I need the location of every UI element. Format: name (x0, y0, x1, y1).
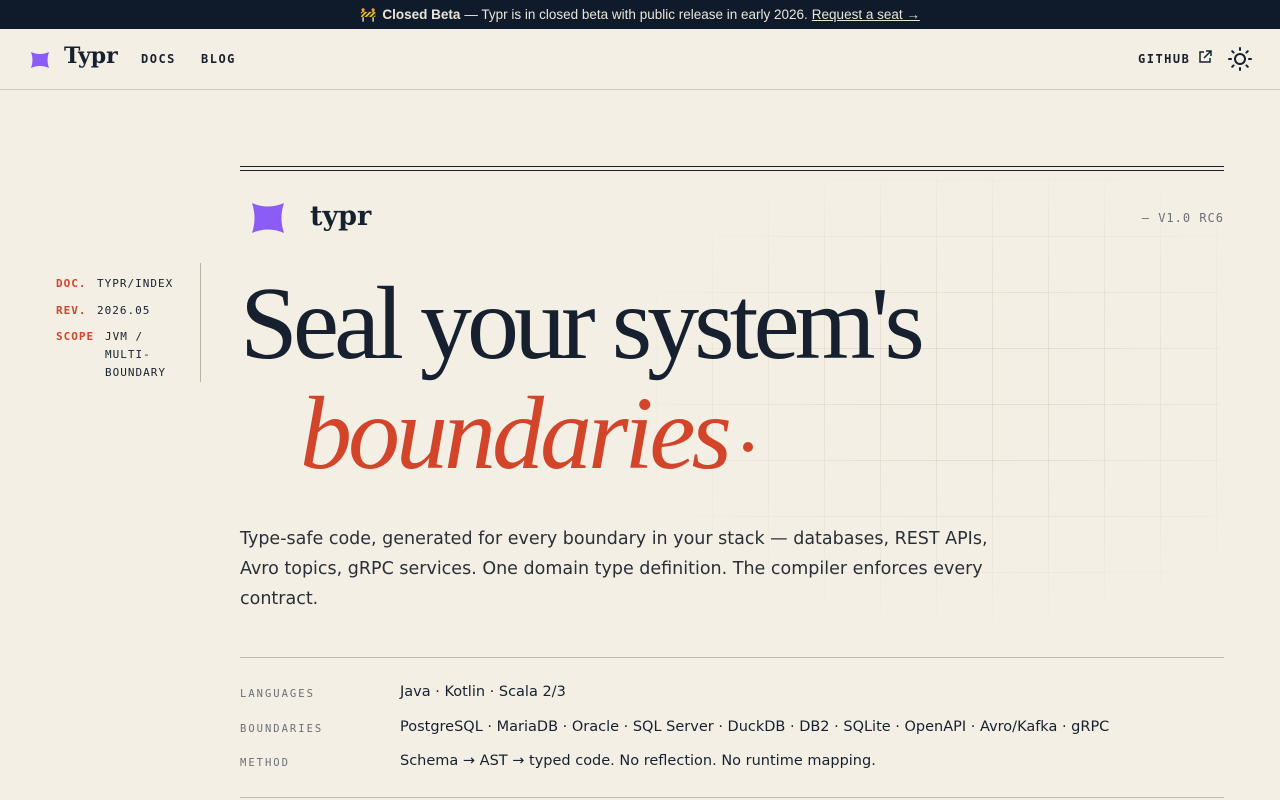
scope-value-line-3: BOUNDARY (105, 366, 166, 379)
doc-value: TYPR/INDEX (97, 277, 174, 290)
spec-label-boundaries: BOUNDARIES (240, 723, 324, 735)
theme-toggle-sun-icon[interactable] (1228, 47, 1252, 71)
top-nav: Typr DOCS BLOG GITHUB (0, 29, 1280, 90)
nav-blog-link[interactable]: BLOG (201, 52, 236, 66)
external-link-icon[interactable] (1198, 50, 1212, 64)
headline-line-2: boundaries (300, 376, 732, 491)
spec-label-languages: LANGUAGES (240, 688, 315, 700)
scope-key: SCOPE (56, 330, 95, 343)
scope-value-line-2: MULTI- (105, 348, 151, 361)
request-seat-link[interactable]: Request a seat → (812, 7, 920, 22)
nav-github-link[interactable]: GITHUB (1138, 52, 1190, 66)
double-rule-divider (240, 166, 1224, 171)
announcement-banner: 🚧 Closed Beta — Typr is in closed beta w… (0, 0, 1280, 29)
doc-key: DOC. (56, 277, 87, 290)
rev-value: 2026.05 (97, 304, 151, 317)
nav-logo-text[interactable]: Typr (64, 43, 118, 69)
spec-value-method: Schema → AST → typed code. No reflection… (400, 753, 876, 769)
banner-title: Closed Beta (382, 7, 461, 22)
spec-divider-top (240, 657, 1224, 658)
construction-icon: 🚧 (360, 6, 377, 22)
spec-value-languages: Java · Kotlin · Scala 2/3 (400, 684, 566, 700)
doc-meta: DOC. TYPR/INDEX REV. 2026.05 SCOPE JVM /… (56, 263, 201, 382)
hero-lede: Type-safe code, generated for every boun… (240, 529, 988, 609)
headline-line-1: Seal your system's (240, 266, 925, 381)
nav-docs-link[interactable]: DOCS (141, 52, 176, 66)
spec-label-method: METHOD (240, 757, 290, 769)
spec-divider-bottom (240, 797, 1224, 798)
banner-message: — Typr is in closed beta with public rel… (464, 7, 808, 22)
typr-logo-icon[interactable] (30, 50, 50, 70)
scope-value-line-1: JVM / (105, 330, 144, 343)
brand-name: typr (310, 201, 372, 232)
rev-key: REV. (56, 304, 87, 317)
headline-accent-dot (743, 442, 753, 452)
version-label: — V1.0 RC6 (1141, 211, 1224, 225)
spec-value-boundaries: PostgreSQL · MariaDB · Oracle · SQL Serv… (400, 719, 1110, 735)
typr-brand-icon (252, 203, 284, 233)
